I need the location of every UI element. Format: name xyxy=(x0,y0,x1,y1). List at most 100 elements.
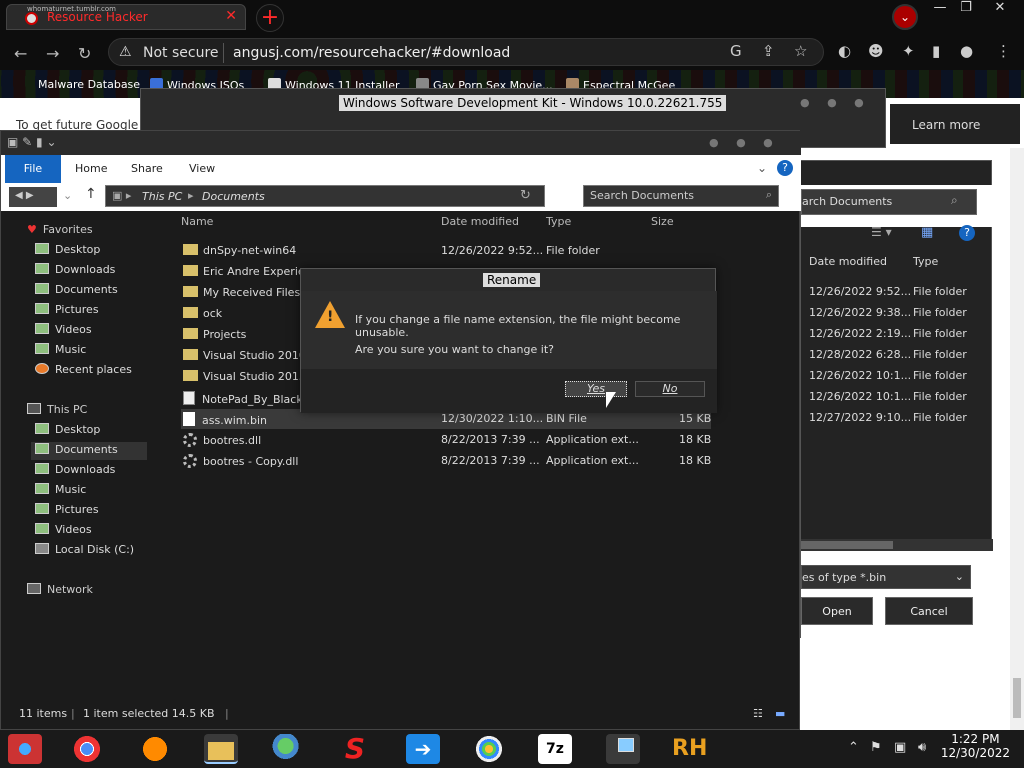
share-icon[interactable]: ⇪ xyxy=(762,42,775,60)
address-bar[interactable]: ⚠ Not secure angusj.com/resourcehacker/#… xyxy=(108,38,824,66)
nav-pc-documents[interactable]: Documents xyxy=(35,443,118,456)
refresh-icon[interactable]: ↻ xyxy=(520,188,531,203)
send-to-icon[interactable]: ➔ xyxy=(406,734,440,764)
nav-favorites-music[interactable]: Music xyxy=(35,343,86,356)
nav-pc-pictures[interactable]: Pictures xyxy=(35,503,99,516)
column-name[interactable]: Name xyxy=(181,215,213,228)
nav-pc-videos[interactable]: Videos xyxy=(35,523,92,536)
bookmark-star-icon[interactable]: ☆ xyxy=(794,42,807,60)
volume-icon[interactable]: 🔊︎ xyxy=(918,740,926,755)
yes-button[interactable]: Yes xyxy=(565,381,627,397)
profile-icon[interactable]: ● xyxy=(960,42,973,60)
nav-favorites-pictures[interactable]: Pictures xyxy=(35,303,99,316)
sdk-window-controls[interactable]: ● ● ● xyxy=(800,96,864,109)
back-icon[interactable]: ← xyxy=(14,44,27,63)
preview-pane-icon[interactable]: ▦ xyxy=(921,225,933,240)
paint-icon[interactable] xyxy=(472,734,506,764)
chrome-icon[interactable] xyxy=(70,734,104,764)
table-row[interactable]: bootres - Copy.dll 8/22/2013 7:39 ... Appl… xyxy=(181,451,711,471)
extensions-puzzle-icon[interactable]: ✦ xyxy=(902,42,915,60)
learn-more-button[interactable]: Learn more xyxy=(890,104,1020,144)
file-explorer-icon[interactable] xyxy=(204,734,238,764)
quick-access-toolbar-icon[interactable]: ▣ ✎ ▮ ⌄ xyxy=(7,135,57,149)
tab-share[interactable]: Share xyxy=(131,155,163,183)
nav-pc-desktop[interactable]: Desktop xyxy=(35,423,100,436)
column-date-modified[interactable]: Date modified xyxy=(809,255,887,268)
nav-pc-music[interactable]: Music xyxy=(35,483,86,496)
nav-favorites-documents[interactable]: Documents xyxy=(35,283,118,296)
extension-flag-icon[interactable]: ◐ xyxy=(838,42,851,60)
page-scrollbar[interactable] xyxy=(1010,148,1024,730)
ribbon-expand-icon[interactable]: ⌄ xyxy=(757,161,767,175)
google-icon[interactable]: G xyxy=(730,42,742,60)
reload-icon[interactable]: ↻ xyxy=(78,44,91,63)
users-icon[interactable] xyxy=(272,734,306,764)
nav-network[interactable]: Network xyxy=(27,583,93,596)
close-window-icon[interactable]: ✕ xyxy=(986,0,1014,18)
nav-this-pc[interactable]: This PC xyxy=(27,403,87,416)
not-secure-label[interactable]: Not secure xyxy=(143,45,219,61)
minimize-icon[interactable]: — xyxy=(926,0,954,18)
forward-icon[interactable]: → xyxy=(46,44,59,63)
large-icons-view-icon[interactable]: ▬ xyxy=(775,707,785,720)
tab-search-icon[interactable]: ⌄ xyxy=(892,4,918,30)
network-setup-icon[interactable] xyxy=(606,734,640,764)
nav-recent-places[interactable]: Recent places xyxy=(35,363,132,376)
breadcrumb-this-pc[interactable]: This PC xyxy=(142,190,182,203)
up-arrow-icon[interactable]: ↑ xyxy=(85,186,97,202)
nav-favorites-desktop[interactable]: Desktop xyxy=(35,243,100,256)
extension-avatar-icon[interactable]: ☻ xyxy=(868,42,884,60)
search-icon[interactable]: ⌕ xyxy=(766,188,772,202)
tab-view[interactable]: View xyxy=(189,155,215,183)
dialog-message: If you change a file name extension, the… xyxy=(355,313,681,339)
help-icon[interactable]: ? xyxy=(959,225,975,241)
sidepanel-icon[interactable]: ▮ xyxy=(932,42,940,60)
column-type[interactable]: Type xyxy=(546,215,571,228)
details-view-icon[interactable]: ☷ xyxy=(753,707,763,720)
nav-local-disk[interactable]: Local Disk (C:) xyxy=(35,543,134,556)
recent-locations-icon[interactable]: ⌄ xyxy=(63,189,72,202)
table-row[interactable]: bootres.dll 8/22/2013 7:39 ... Application… xyxy=(181,430,711,450)
clock[interactable]: 1:22 PM 12/30/2022 xyxy=(941,732,1010,760)
file-type-select[interactable]: es of type *.bin ⌄ xyxy=(801,565,971,589)
explorer-window-controls[interactable]: ● ● ● xyxy=(709,136,773,149)
menu-icon[interactable]: ⋮ xyxy=(996,42,1011,60)
scrollbar-thumb[interactable] xyxy=(1013,678,1021,718)
search-input[interactable]: Search Documents ⌕ xyxy=(583,185,779,207)
back-forward-icon[interactable]: ◀ ▶ xyxy=(9,187,57,207)
nav-favorites[interactable]: ♥ Favorites xyxy=(27,223,93,236)
tab-file[interactable]: File xyxy=(5,155,61,183)
firefox-icon[interactable] xyxy=(138,734,172,764)
column-type[interactable]: Type xyxy=(913,255,938,268)
close-tab-icon[interactable]: ✕ xyxy=(225,8,237,24)
flag-icon[interactable]: ⚑ xyxy=(870,740,882,755)
nav-pc-downloads[interactable]: Downloads xyxy=(35,463,115,476)
help-icon[interactable]: ? xyxy=(777,160,793,176)
show-hidden-icons-icon[interactable]: ⌃ xyxy=(848,740,859,755)
breadcrumb[interactable]: ▣ ▸ This PC ▸ Documents ↻ xyxy=(105,185,545,207)
column-date-modified[interactable]: Date modified xyxy=(441,215,519,228)
network-icon[interactable]: ▣ xyxy=(894,740,906,755)
breadcrumb-documents[interactable]: Documents xyxy=(202,190,265,203)
resource-hacker-icon[interactable]: RH xyxy=(672,734,707,764)
tab-home[interactable]: Home xyxy=(75,155,107,183)
start-button-icon[interactable] xyxy=(8,734,42,764)
dialog-search-icon[interactable]: ⌕ xyxy=(951,193,958,208)
table-row[interactable]: dnSpy-net-win64 12/26/2022 9:52... File fo… xyxy=(181,241,711,261)
7zip-icon[interactable]: 7z xyxy=(538,734,572,764)
new-tab-button[interactable]: + xyxy=(256,4,284,32)
browser-tab-resource-hacker[interactable]: whomaturnet.tumblr.com Resource Hacker ✕ xyxy=(6,4,246,30)
scrollbar-thumb[interactable] xyxy=(801,541,893,549)
nav-favorites-videos[interactable]: Videos xyxy=(35,323,92,336)
column-size[interactable]: Size xyxy=(651,215,674,228)
view-options-icon[interactable]: ☰ ▾ xyxy=(871,225,892,239)
open-button[interactable]: Open xyxy=(801,597,873,625)
restore-icon[interactable]: ❐ xyxy=(952,0,980,18)
horizontal-scrollbar[interactable] xyxy=(801,539,993,551)
bookmark-malware-database[interactable]: Malware Database xyxy=(38,78,140,91)
url-text[interactable]: angusj.com/resourcehacker/#download xyxy=(233,45,510,61)
s-app-icon[interactable]: S xyxy=(338,734,372,764)
no-button[interactable]: No xyxy=(635,381,705,397)
cancel-button[interactable]: Cancel xyxy=(885,597,973,625)
nav-favorites-downloads[interactable]: Downloads xyxy=(35,263,115,276)
